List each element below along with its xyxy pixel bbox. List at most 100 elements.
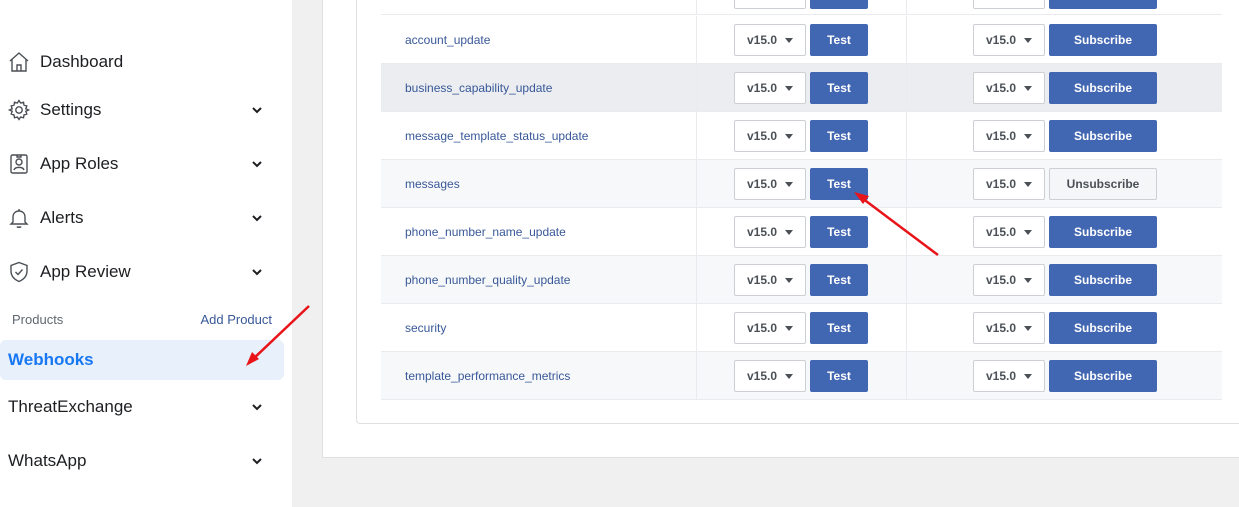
- column-divider: [696, 256, 697, 303]
- sidebar-item-webhooks[interactable]: Webhooks: [0, 340, 284, 380]
- column-divider: [906, 208, 907, 255]
- column-divider: [696, 112, 697, 159]
- nav-dashboard[interactable]: Dashboard: [6, 44, 270, 80]
- products-label: Products: [12, 312, 64, 327]
- subscribe-version-select[interactable]: v15.0: [973, 216, 1045, 248]
- caret-down-icon: [1024, 181, 1033, 187]
- nav-app-roles-label: App Roles: [40, 154, 119, 173]
- nav-dashboard-label: Dashboard: [40, 52, 124, 71]
- column-divider: [906, 256, 907, 303]
- products-header: Products Add Product: [12, 312, 272, 327]
- caret-down-icon: [785, 37, 794, 43]
- chevron-down-icon[interactable]: [248, 263, 266, 281]
- column-divider: [696, 352, 697, 399]
- column-divider: [696, 64, 697, 111]
- test-button[interactable]: Test: [810, 24, 868, 56]
- sidebar: Dashboard Settings App Roles Alerts App …: [0, 0, 292, 507]
- chevron-down-icon[interactable]: [248, 209, 266, 227]
- test-button[interactable]: Test: [810, 312, 868, 344]
- table-row: business_capability_update v15.0 Test v1…: [381, 64, 1222, 112]
- sidebar-item-threatexchange[interactable]: ThreatExchange: [8, 389, 270, 425]
- nav-app-roles[interactable]: App Roles: [6, 146, 270, 182]
- nav-app-review[interactable]: App Review: [6, 254, 270, 290]
- field-name: phone_number_quality_update: [405, 273, 571, 287]
- table-row: account_update v15.0 Test v15.0 Subscrib…: [381, 16, 1222, 64]
- test-version-select[interactable]: v15.0: [734, 120, 806, 152]
- caret-down-icon: [1024, 373, 1033, 379]
- user-badge-icon: [6, 151, 32, 177]
- nav-settings-label: Settings: [40, 100, 102, 119]
- subscribe-button[interactable]: Subscribe: [1049, 24, 1157, 56]
- test-button[interactable]: Test: [810, 168, 868, 200]
- table-row: phone_number_name_update v15.0 Test v15.…: [381, 208, 1222, 256]
- test-version-select[interactable]: v15.0: [734, 312, 806, 344]
- table-row: template_performance_metrics v15.0 Test …: [381, 352, 1222, 400]
- unsubscribe-button[interactable]: Unsubscribe: [1049, 168, 1157, 200]
- subscribe-button[interactable]: Subscribe: [1049, 360, 1157, 392]
- test-button[interactable]: Test: [810, 360, 868, 392]
- caret-down-icon: [785, 229, 794, 235]
- nav-app-review-label: App Review: [40, 262, 131, 281]
- subscribe-button[interactable]: Subscribe: [1049, 216, 1157, 248]
- column-divider: [696, 208, 697, 255]
- test-version-select[interactable]: v15.0: [734, 168, 806, 200]
- column-divider: [696, 304, 697, 351]
- subscribe-version-select[interactable]: v15.0: [973, 312, 1045, 344]
- caret-down-icon: [785, 277, 794, 283]
- subscribe-version-select[interactable]: v15.0: [973, 360, 1045, 392]
- caret-down-icon: [785, 133, 794, 139]
- caret-down-icon: [1024, 37, 1033, 43]
- caret-down-icon: [785, 373, 794, 379]
- sidebar-item-label: WhatsApp: [8, 451, 87, 470]
- column-divider: [906, 64, 907, 111]
- column-divider: [906, 352, 907, 399]
- chevron-down-icon[interactable]: [248, 155, 266, 173]
- add-product-link[interactable]: Add Product: [200, 312, 272, 327]
- field-name: message_template_status_update: [405, 129, 589, 143]
- sidebar-item-whatsapp[interactable]: WhatsApp: [8, 443, 270, 479]
- caret-down-icon: [1024, 85, 1033, 91]
- subscribe-version-select[interactable]: v15.0: [973, 168, 1045, 200]
- nav-alerts-label: Alerts: [40, 208, 84, 227]
- test-button[interactable]: Test: [810, 264, 868, 296]
- field-name: template_performance_metrics: [405, 369, 571, 383]
- subscribe-version-select[interactable]: v15.0: [973, 72, 1045, 104]
- column-divider: [906, 112, 907, 159]
- test-button[interactable]: Test: [810, 216, 868, 248]
- test-version-select[interactable]: v15.0: [734, 264, 806, 296]
- test-version-select[interactable]: v15.0: [734, 24, 806, 56]
- test-button[interactable]: Test: [810, 72, 868, 104]
- subscribe-version-select[interactable]: v15.0: [973, 120, 1045, 152]
- caret-down-icon: [1024, 277, 1033, 283]
- test-version-select[interactable]: v15.0: [734, 360, 806, 392]
- subscribe-version-select[interactable]: v15.0: [973, 24, 1045, 56]
- table-row: security v15.0 Test v15.0 Subscribe: [381, 304, 1222, 352]
- sidebar-item-label: ThreatExchange: [8, 397, 133, 416]
- column-divider: [906, 160, 907, 207]
- shield-check-icon: [6, 259, 32, 285]
- test-version-select[interactable]: v15.0: [734, 216, 806, 248]
- column-divider: [696, 160, 697, 207]
- chevron-down-icon[interactable]: [248, 452, 266, 470]
- bell-icon: [6, 205, 32, 231]
- test-button[interactable]: Test: [810, 120, 868, 152]
- caret-down-icon: [1024, 325, 1033, 331]
- caret-down-icon: [1024, 229, 1033, 235]
- test-version-select[interactable]: v15.0: [734, 72, 806, 104]
- subscribe-button[interactable]: Subscribe: [1049, 312, 1157, 344]
- subscribe-button[interactable]: Subscribe: [1049, 264, 1157, 296]
- subscribe-version-select[interactable]: v15.0: [973, 264, 1045, 296]
- home-icon: [6, 49, 32, 75]
- chevron-down-icon[interactable]: [248, 398, 266, 416]
- table-row: messages v15.0 Test v15.0 Unsubscribe: [381, 160, 1222, 208]
- column-divider: [906, 16, 907, 63]
- caret-down-icon: [785, 85, 794, 91]
- nav-alerts[interactable]: Alerts: [6, 200, 270, 236]
- subscribe-button[interactable]: Subscribe: [1049, 72, 1157, 104]
- subscribe-button[interactable]: Subscribe: [1049, 120, 1157, 152]
- nav-settings[interactable]: Settings: [6, 92, 270, 128]
- column-divider: [696, 16, 697, 63]
- caret-down-icon: [785, 325, 794, 331]
- chevron-down-icon[interactable]: [248, 101, 266, 119]
- caret-down-icon: [785, 181, 794, 187]
